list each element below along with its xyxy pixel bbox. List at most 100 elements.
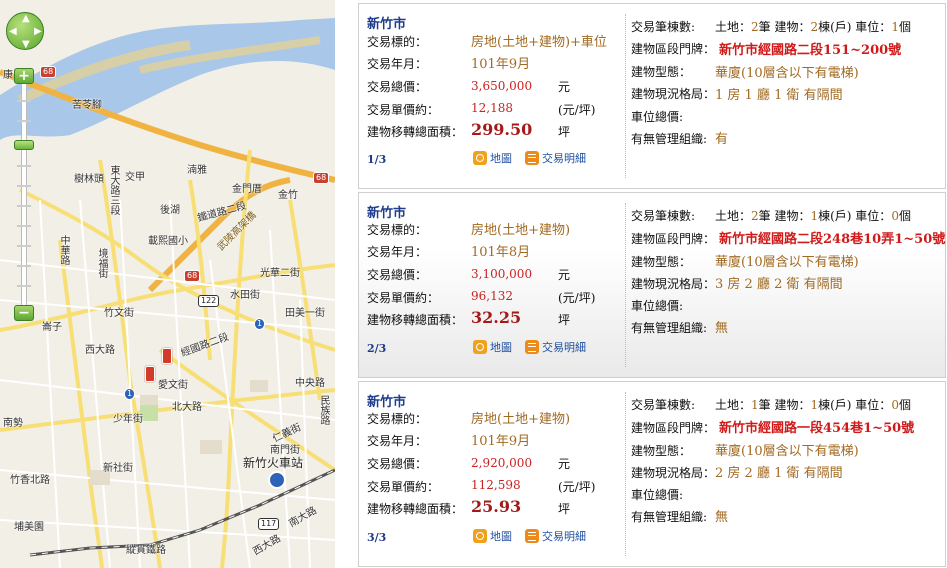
- unit-yuan: 元: [558, 80, 571, 94]
- value-mgmt: 無: [715, 510, 729, 525]
- route-shield-1: 1: [124, 388, 136, 400]
- label-area: 建物移轉總面積：: [367, 125, 464, 139]
- value-unit-price: 96,132: [471, 289, 513, 303]
- map-marker[interactable]: [162, 348, 172, 364]
- pan-control[interactable]: ▲ ▼ ◀ ▶: [6, 12, 44, 50]
- list-icon: [525, 151, 539, 165]
- label-address: 建物區段門牌：: [631, 232, 716, 246]
- listing-card: 新竹市 交易標的： 房地(土地+建物)+車位 交易年月： 101年9月 交易總價…: [358, 3, 946, 189]
- unit-unit-price: (元/坪): [558, 480, 596, 494]
- map-label: 縱貫鐵路: [126, 545, 166, 556]
- label-type: 建物型態：: [631, 65, 692, 79]
- value-mgmt: 有: [715, 132, 729, 147]
- listing-card: 新竹市 交易標的： 房地(土地+建物) 交易年月： 101年9月 交易總價： 2…: [358, 381, 946, 567]
- label-target: 交易標的：: [367, 223, 428, 237]
- map-label-station: 新竹火車站: [243, 456, 304, 470]
- map-label: 埔美園: [14, 522, 44, 533]
- map-marker[interactable]: [145, 366, 155, 382]
- zoom-tick: [17, 185, 31, 187]
- value-layout: 3 房 2 廳 2 衛 有隔間: [715, 277, 843, 292]
- label-total: 交易總價：: [367, 457, 428, 471]
- route-shield-122: 122: [198, 295, 220, 307]
- map-label: 後湖: [160, 205, 180, 216]
- map-button[interactable]: 地圖: [473, 528, 512, 544]
- label-total: 交易總價：: [367, 268, 428, 282]
- map-label: 中華路: [58, 235, 69, 265]
- label-parking-total: 車位總價:: [631, 299, 684, 313]
- card-separator: [625, 203, 626, 367]
- value-address: 新竹市經國路二段151~200號: [719, 43, 902, 58]
- route-shield-68: 68: [313, 172, 330, 184]
- value-layout: 1 房 1 廳 1 衛 有隔間: [715, 88, 843, 103]
- label-unit-price: 交易單價約：: [367, 103, 440, 117]
- zoom-slider-thumb[interactable]: [14, 140, 34, 150]
- unit-ping: 坪: [558, 502, 571, 516]
- value-count: 土地：2筆 建物：2棟(戶) 車位：1個: [715, 20, 911, 34]
- value-type: 華廈(10層含以下有電梯): [715, 444, 859, 459]
- label-count: 交易筆棟數:: [631, 398, 696, 412]
- panel-divider: [335, 0, 358, 568]
- zoom-tick: [17, 120, 31, 122]
- map-button[interactable]: 地圖: [473, 150, 512, 166]
- map-button[interactable]: 地圖: [473, 339, 512, 355]
- value-unit-price: 112,598: [471, 478, 521, 492]
- label-year: 交易年月：: [367, 57, 428, 71]
- zoom-tick: [17, 285, 31, 287]
- listing-pager: 3/3: [367, 531, 387, 544]
- zoom-in-button[interactable]: +: [14, 68, 34, 84]
- pan-left-icon[interactable]: ◀: [9, 27, 17, 37]
- detail-button-label: 交易明細: [542, 341, 586, 354]
- map-label: 中央路: [295, 378, 325, 389]
- label-mgmt: 有無管理組織:: [631, 132, 708, 146]
- label-year: 交易年月：: [367, 434, 428, 448]
- map-label: 北大路: [172, 402, 202, 413]
- map-label: 境福街: [96, 248, 107, 278]
- map-label: 西大路: [85, 345, 115, 356]
- map-panel[interactable]: 康 苦苓腳 樹林頭 東大路三段 交甲 後湖 湳雅 金門厝 金竹 鐵道路二段 武陵…: [0, 0, 335, 568]
- map-label: 苦苓腳: [72, 100, 102, 111]
- pan-right-icon[interactable]: ▶: [34, 27, 42, 37]
- zoom-slider-track[interactable]: [21, 84, 27, 305]
- map-label: 崙子: [42, 322, 62, 333]
- unit-ping: 坪: [558, 125, 571, 139]
- map-label: 南勢: [3, 418, 23, 429]
- listing-card: 新竹市 交易標的： 房地(土地+建物) 交易年月： 101年8月 交易總價： 3…: [358, 192, 946, 378]
- listing-detail: 交易筆棟數: 土地：1筆 建物：1棟(戶) 車位：0個 建物區段門牌： 新竹市經…: [631, 382, 947, 566]
- map-label: 康: [3, 70, 13, 81]
- listing-city: 新竹市: [367, 17, 407, 32]
- map-label: 水田街: [230, 290, 260, 301]
- label-type: 建物型態：: [631, 444, 692, 458]
- detail-button[interactable]: 交易明細: [525, 150, 586, 166]
- value-type: 華廈(10層含以下有電梯): [715, 66, 859, 81]
- value-address: 新竹市經國路一段454巷1~50號: [719, 421, 915, 436]
- map-label: 金竹: [278, 190, 298, 201]
- label-year: 交易年月：: [367, 245, 428, 259]
- route-shield-117: 117: [258, 518, 280, 530]
- label-count: 交易筆棟數:: [631, 209, 696, 223]
- route-shield-68: 68: [40, 66, 57, 78]
- label-layout: 建物現況格局：: [631, 277, 716, 291]
- listing-pager: 2/3: [367, 342, 387, 355]
- map-label: 東大路三段: [108, 165, 119, 215]
- map-label: 民族路: [318, 395, 329, 425]
- pan-down-icon[interactable]: ▼: [22, 40, 30, 50]
- map-label: 南門街: [270, 445, 300, 456]
- value-target: 房地(土地+建物): [471, 223, 571, 238]
- map-pin-icon: [473, 340, 487, 354]
- unit-unit-price: (元/坪): [558, 103, 596, 117]
- label-unit-price: 交易單價約：: [367, 480, 440, 494]
- map-label: 竹文街: [104, 308, 134, 319]
- detail-button[interactable]: 交易明細: [525, 528, 586, 544]
- value-count: 土地：1筆 建物：1棟(戶) 車位：0個: [715, 398, 911, 412]
- label-count: 交易筆棟數:: [631, 20, 696, 34]
- list-icon: [525, 340, 539, 354]
- value-year: 101年9月: [471, 434, 531, 449]
- zoom-out-button[interactable]: −: [14, 305, 34, 321]
- label-area: 建物移轉總面積：: [367, 313, 464, 327]
- map-canvas[interactable]: [0, 0, 335, 568]
- pan-up-icon[interactable]: ▲: [22, 14, 30, 24]
- map-label: 樹林頭: [74, 174, 104, 185]
- detail-button[interactable]: 交易明細: [525, 339, 586, 355]
- unit-yuan: 元: [558, 457, 571, 471]
- zoom-tick: [17, 205, 31, 207]
